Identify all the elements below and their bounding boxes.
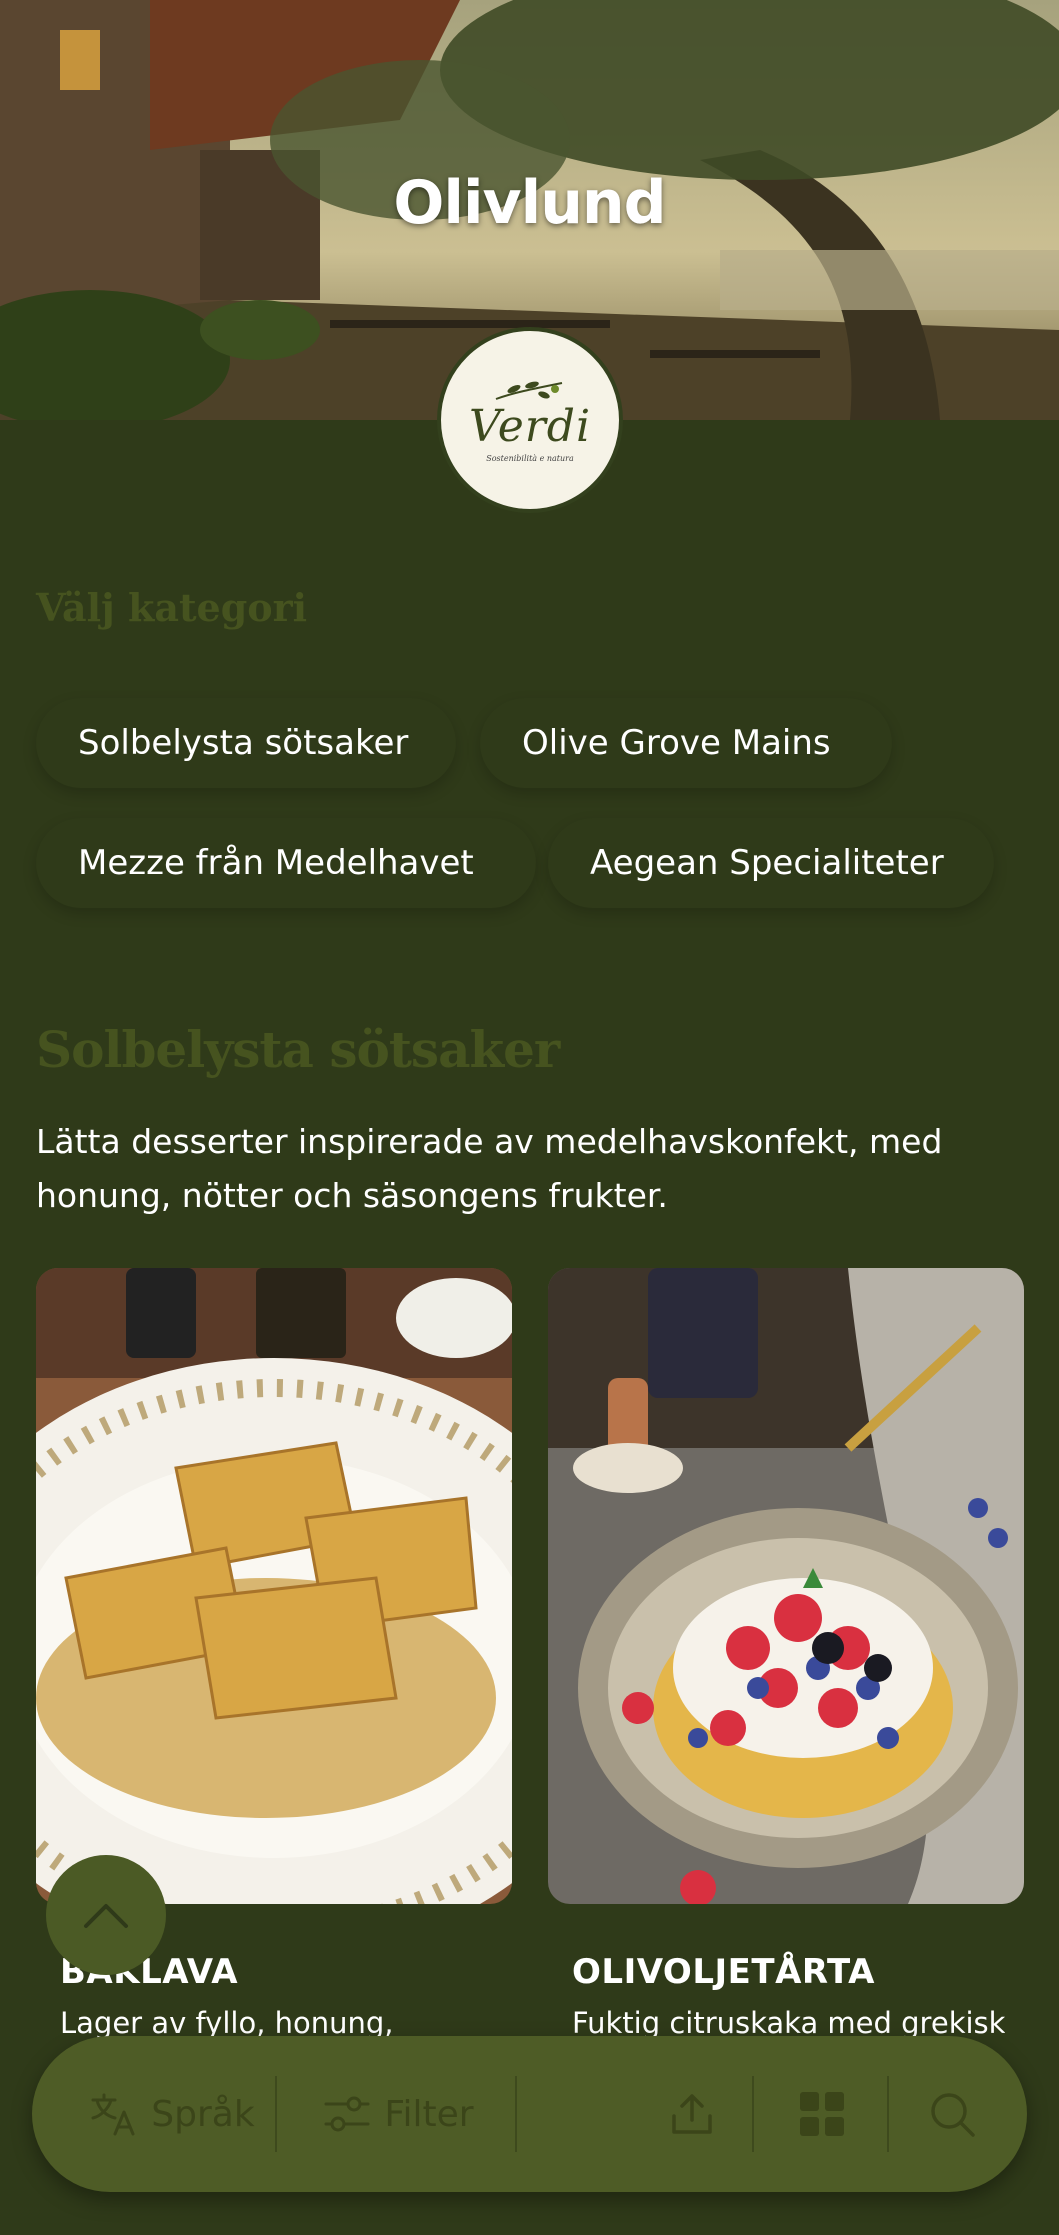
language-label: Språk (151, 2093, 255, 2135)
language-button[interactable]: Språk (62, 2036, 282, 2192)
scroll-to-top-button[interactable] (46, 1855, 166, 1975)
category-chip-solbelysta[interactable]: Solbelysta sötsaker (36, 698, 456, 788)
grid-view-button[interactable] (762, 2036, 882, 2192)
product-image-baklava[interactable] (36, 1268, 512, 1904)
share-button[interactable] (632, 2036, 752, 2192)
filter-icon (324, 2096, 370, 2132)
category-chip-label: Solbelysta sötsaker (78, 723, 409, 763)
category-chip-label: Mezze från Medelhavet (78, 843, 474, 883)
product-title[interactable]: OLIVOLJETÅRTA (572, 1952, 875, 1992)
product-description: Fuktig citruskaka med grekisk (572, 2006, 1006, 2040)
category-chip-olive-grove[interactable]: Olive Grove Mains (480, 698, 892, 788)
brand-logo[interactable]: Verdi Sostenibilità e natura (437, 327, 623, 513)
divider (515, 2076, 517, 2152)
grid-icon (800, 2092, 844, 2136)
filter-button[interactable]: Filter (294, 2036, 504, 2192)
category-chip-label: Olive Grove Mains (522, 723, 831, 763)
divider (275, 2076, 277, 2152)
page-title: Olivlund (393, 168, 666, 238)
product-image-olivoljetarta[interactable] (548, 1268, 1024, 1904)
translate-icon (91, 2093, 135, 2136)
divider (887, 2076, 889, 2152)
chevron-up-icon (84, 1904, 128, 1928)
logo-wordmark: Verdi (468, 401, 592, 452)
search-icon (931, 2093, 975, 2137)
bottom-action-bar: Språk Filter (32, 2036, 1027, 2192)
logo-tagline: Sostenibilità e natura (486, 454, 574, 463)
category-heading: Välj kategori (36, 585, 308, 630)
search-button[interactable] (892, 2036, 1012, 2192)
filter-label: Filter (384, 2093, 474, 2135)
divider (752, 2076, 754, 2152)
product-description: Lager av fyllo, honung, (60, 2006, 394, 2040)
category-chip-mezze[interactable]: Mezze från Medelhavet (36, 818, 536, 908)
section-title: Solbelysta sötsaker (36, 1020, 560, 1079)
category-chip-label: Aegean Specialiteter (590, 843, 944, 883)
share-icon (672, 2094, 712, 2134)
category-chip-aegean[interactable]: Aegean Specialiteter (548, 818, 994, 908)
section-description: Lätta desserter inspirerade av medelhavs… (36, 1122, 943, 1215)
